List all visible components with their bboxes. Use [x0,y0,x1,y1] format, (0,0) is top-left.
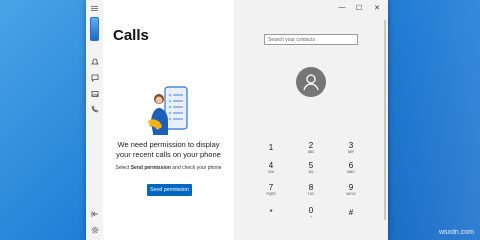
dialpad-letters: TUV [307,191,315,196]
page-title: Calls [113,27,149,44]
close-button[interactable]: ✕ [372,4,382,12]
dialpad-letters: DEF [347,149,355,154]
calls-pane: Calls We need permission to display your… [103,0,234,240]
dialpad-letters: + [310,214,312,219]
dialpad-letters: WXYZ [346,191,356,196]
dialpad-digit: 2 [308,140,314,150]
scrollbar[interactable] [384,20,386,220]
instruction-bold: Send permission [130,165,171,171]
dialpad-digit: 0 [308,205,314,215]
dialpad-digit: * [269,207,273,217]
dialpad-key[interactable]: 6 MNO [340,158,362,176]
dialpad-key[interactable]: 5 JKL [300,158,322,176]
photos-icon[interactable] [89,88,100,99]
dialpad-key[interactable]: 2 ABC [300,138,322,156]
dialpad-key[interactable]: 8 TUV [300,180,322,198]
dialpad-key[interactable]: 4 GHI [260,158,282,176]
dialpad-digit: 4 [268,160,274,170]
permission-message-line2: your recent calls on your phone [116,149,221,159]
dialpad-key[interactable]: * [260,203,282,221]
dialpad-digit: 9 [348,182,354,192]
dialpad-key[interactable]: 7 PQRS [260,180,282,198]
calls-icon[interactable] [89,103,100,114]
menu-icon[interactable] [89,5,100,11]
dialpad-digit: 1 [268,142,274,152]
instruction-suffix: and check your phone [172,165,222,171]
dialpad-letters: PQRS [266,191,276,196]
notifications-icon[interactable] [89,56,100,67]
dialpad-letters: MNO [347,169,355,174]
dialpad-digit: 7 [268,182,274,192]
desktop-wallpaper [380,0,480,240]
maximize-button[interactable]: ☐ [354,4,364,12]
instruction-prefix: Select [115,165,130,171]
permission-message-line1: We need permission to display [117,140,220,149]
dialpad-digit: 3 [348,140,354,150]
person-icon [303,74,319,91]
messages-icon[interactable] [89,72,100,83]
settings-gear-icon[interactable] [89,224,100,235]
search-input[interactable]: Search your contacts [264,34,358,45]
dialpad-key[interactable]: # [340,203,362,221]
permission-instruction: Select Send permission and check your ph… [103,165,234,171]
person-with-phone-illustration [145,85,193,140]
phone-app-window: Calls We need permission to display your… [86,0,388,240]
send-permission-button[interactable]: Send permission [147,184,192,196]
phone-thumbnail[interactable] [89,17,100,41]
dialpad-letters: ABC [307,149,315,154]
dialpad-letters: JKL [308,169,314,174]
dialpad-letters: GHI [268,169,274,174]
dialpad-key[interactable]: 1 [260,138,282,156]
dialpad-key[interactable]: 0 + [300,203,322,221]
nav-rail [86,0,104,240]
dialpad-digit: 8 [308,182,314,192]
minimize-button[interactable]: — [337,4,347,11]
watermark: wsxdn.com [438,229,474,236]
dialer-pane: — ☐ ✕ Search your contacts 1 2 ABC 3 DEF 4 GHI… [234,0,388,240]
contact-avatar [296,67,326,97]
dialpad-key[interactable]: 9 WXYZ [340,180,362,198]
collapse-icon[interactable] [89,208,100,219]
permission-message: We need permission to display your recen… [103,140,234,159]
dialpad-digit: 5 [308,160,314,170]
dialpad-digit: 6 [348,160,354,170]
dialpad-key[interactable]: 3 DEF [340,138,362,156]
dialpad-digit: # [348,207,354,217]
